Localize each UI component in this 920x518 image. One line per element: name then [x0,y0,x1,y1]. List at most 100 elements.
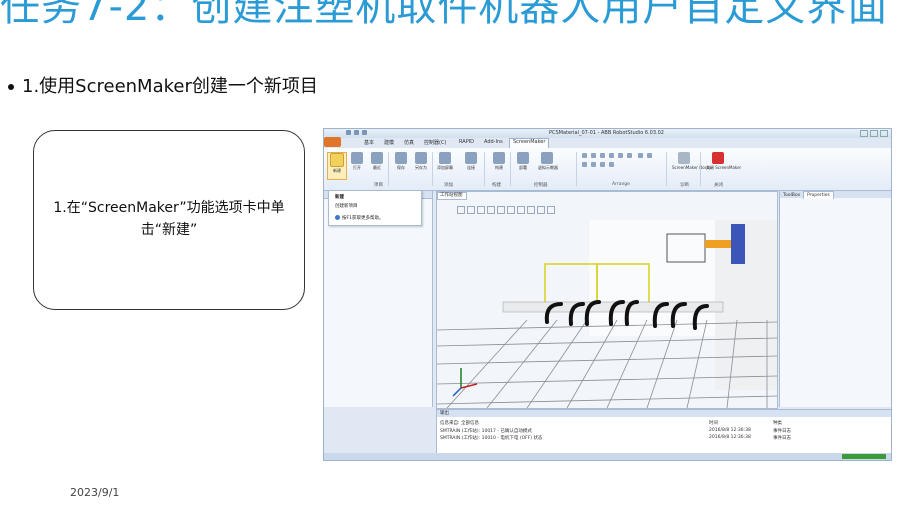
callout-text: 1.在“ScreenMaker”功能选项卡中单击“新建” [53,200,285,238]
bring-front-icon[interactable] [609,162,614,167]
save-project-icon [395,152,407,164]
tab-screenmaker[interactable]: ScreenMaker [509,138,550,148]
same-width-icon[interactable] [637,153,643,158]
align-middle-icon[interactable] [618,153,623,158]
output-title: 输出 [437,410,891,417]
close-window-icon[interactable] [880,130,888,137]
3d-scene [437,220,777,408]
tab-basic[interactable]: 基本 [364,139,374,146]
connect-button[interactable]: 连接 [462,152,480,170]
help-icon [335,215,340,220]
tab-rapid[interactable]: RAPID [459,139,474,145]
column-time: 时间 [709,421,718,426]
align-left-icon[interactable] [582,153,587,158]
build-label: 构建 [495,165,503,170]
flexpendant-icon [541,152,553,164]
title-bar: PCSMaterial_07-01 - ABB RobotStudio 6.03… [324,129,891,138]
spacing-v-icon[interactable] [600,162,605,167]
add-screen-icon [439,152,451,164]
output-row-time: 2016/8/8 12:36:38 [709,428,751,433]
group-build: 构建 [492,183,501,188]
right-panel: ToolBox Properties [779,191,891,407]
connect-label: 连接 [467,165,475,170]
tab-properties[interactable]: Properties [803,191,834,199]
ribbon: 新建 打开 最近 保存 另存为 添加屏幕 连接 构建 部署 虚拟示教器 Scre… [324,148,891,191]
same-height-icon[interactable] [646,153,652,158]
output-row-msg[interactable]: SMTRAIN (工作站): 10010 - 电机下电 (OFF) 状态 [440,435,542,441]
close-screenmaker-button[interactable]: 关闭 ScreenMaker [706,152,741,170]
open-button-label: 打开 [353,165,361,170]
recent-button[interactable]: 最近 [368,152,386,170]
output-row-kind: 事件日志 [773,436,791,441]
add-screen-label: 添加屏幕 [437,165,453,170]
tooltip-help: 按F1获取更多帮助。 [335,215,383,221]
tab-simulation[interactable]: 仿真 [404,139,414,146]
window-title: PCSMaterial_07-01 - ABB RobotStudio 6.03… [549,130,664,136]
close-icon [712,152,724,164]
open-button[interactable]: 打开 [348,152,366,170]
output-row-time: 2016/8/8 12:36:38 [709,435,751,440]
redo-icon[interactable] [362,130,367,135]
save-button[interactable]: 保存 [392,152,410,170]
robotstudio-screenshot: PCSMaterial_07-01 - ABB RobotStudio 6.03… [323,128,892,461]
ribbon-separator [700,152,701,186]
maximize-icon[interactable] [870,130,878,137]
doctor-icon [678,152,690,164]
slide-date: 2023/9/1 [70,486,120,499]
same-size-icon[interactable] [582,162,587,167]
slide-title: 任务7-2：创建注塑机取件机器人用户自定义界面 [0,0,889,30]
save-icon[interactable] [346,130,351,135]
bullet-dot-icon [8,84,14,90]
virtual-flexpendant-button[interactable]: 虚拟示教器 [538,152,558,170]
ribbon-separator [388,152,389,186]
group-diagnose: 诊断 [680,183,689,188]
tooltip-description: 创建新项目 [335,204,358,209]
save-as-button[interactable]: 另存为 [412,152,430,170]
arrange-tools [580,152,660,178]
bullet-item: 1.使用ScreenMaker创建一个新项目 [8,72,318,98]
recent-icon [371,152,383,164]
build-icon [493,152,505,164]
ribbon-separator [510,152,511,186]
ribbon-tabs: 基本 建模 仿真 控制器(C) RAPID Add-Ins ScreenMake… [324,138,891,148]
tab-toolbox[interactable]: ToolBox [780,192,803,199]
undo-icon[interactable] [354,130,359,135]
ribbon-separator [432,152,433,186]
tooltip-help-text: 按F1获取更多帮助。 [342,216,384,221]
group-arrange: Arrange [612,182,630,187]
deploy-button[interactable]: 部署 [514,152,532,170]
group-add: 添加 [444,183,453,188]
new-tooltip-popup: 新建 创建新项目 按F1获取更多帮助。 [328,190,422,226]
bullet-text: 1.使用ScreenMaker创建一个新项目 [22,76,318,97]
station-view[interactable]: 工作站视图 [436,191,778,409]
ribbon-separator [666,152,667,186]
align-bottom-icon[interactable] [627,153,632,158]
recent-button-label: 最近 [373,165,381,170]
new-button-label: 新建 [333,168,341,173]
controller-status-indicator [842,454,886,459]
minimize-icon[interactable] [860,130,868,137]
doctor-label: ScreenMaker Doctor [672,165,713,170]
new-project-button[interactable]: 新建 [327,152,347,180]
tab-addins[interactable]: Add-Ins [484,139,503,145]
spacing-h-icon[interactable] [591,162,596,167]
output-filter[interactable]: 信息来自: 全部信息 [440,420,479,426]
group-project: 项目 [374,183,383,188]
add-screen-button[interactable]: 添加屏幕 [436,152,454,170]
screenmaker-doctor-button[interactable]: ScreenMaker Doctor [672,152,713,170]
output-row-msg[interactable]: SMTRAIN (工作站): 10017 - 已确认自动模式 [440,428,532,434]
align-right-icon[interactable] [600,153,605,158]
deploy-icon [517,152,529,164]
axis-y [452,387,462,397]
align-top-icon[interactable] [609,153,614,158]
right-panel-tabs: ToolBox Properties [780,191,891,199]
callout-box: 1.在“ScreenMaker”功能选项卡中单击“新建” [33,130,305,310]
output-panel: 输出 信息来自: 全部信息 时间 种类 SMTRAIN (工作站): 10017… [436,409,891,455]
build-button[interactable]: 构建 [490,152,508,170]
axis-x [460,383,478,389]
align-center-icon[interactable] [591,153,596,158]
tab-controller[interactable]: 控制器(C) [424,139,446,146]
tab-modeling[interactable]: 建模 [384,139,394,146]
output-row-kind: 事件日志 [773,429,791,434]
save-as-icon [415,152,427,164]
